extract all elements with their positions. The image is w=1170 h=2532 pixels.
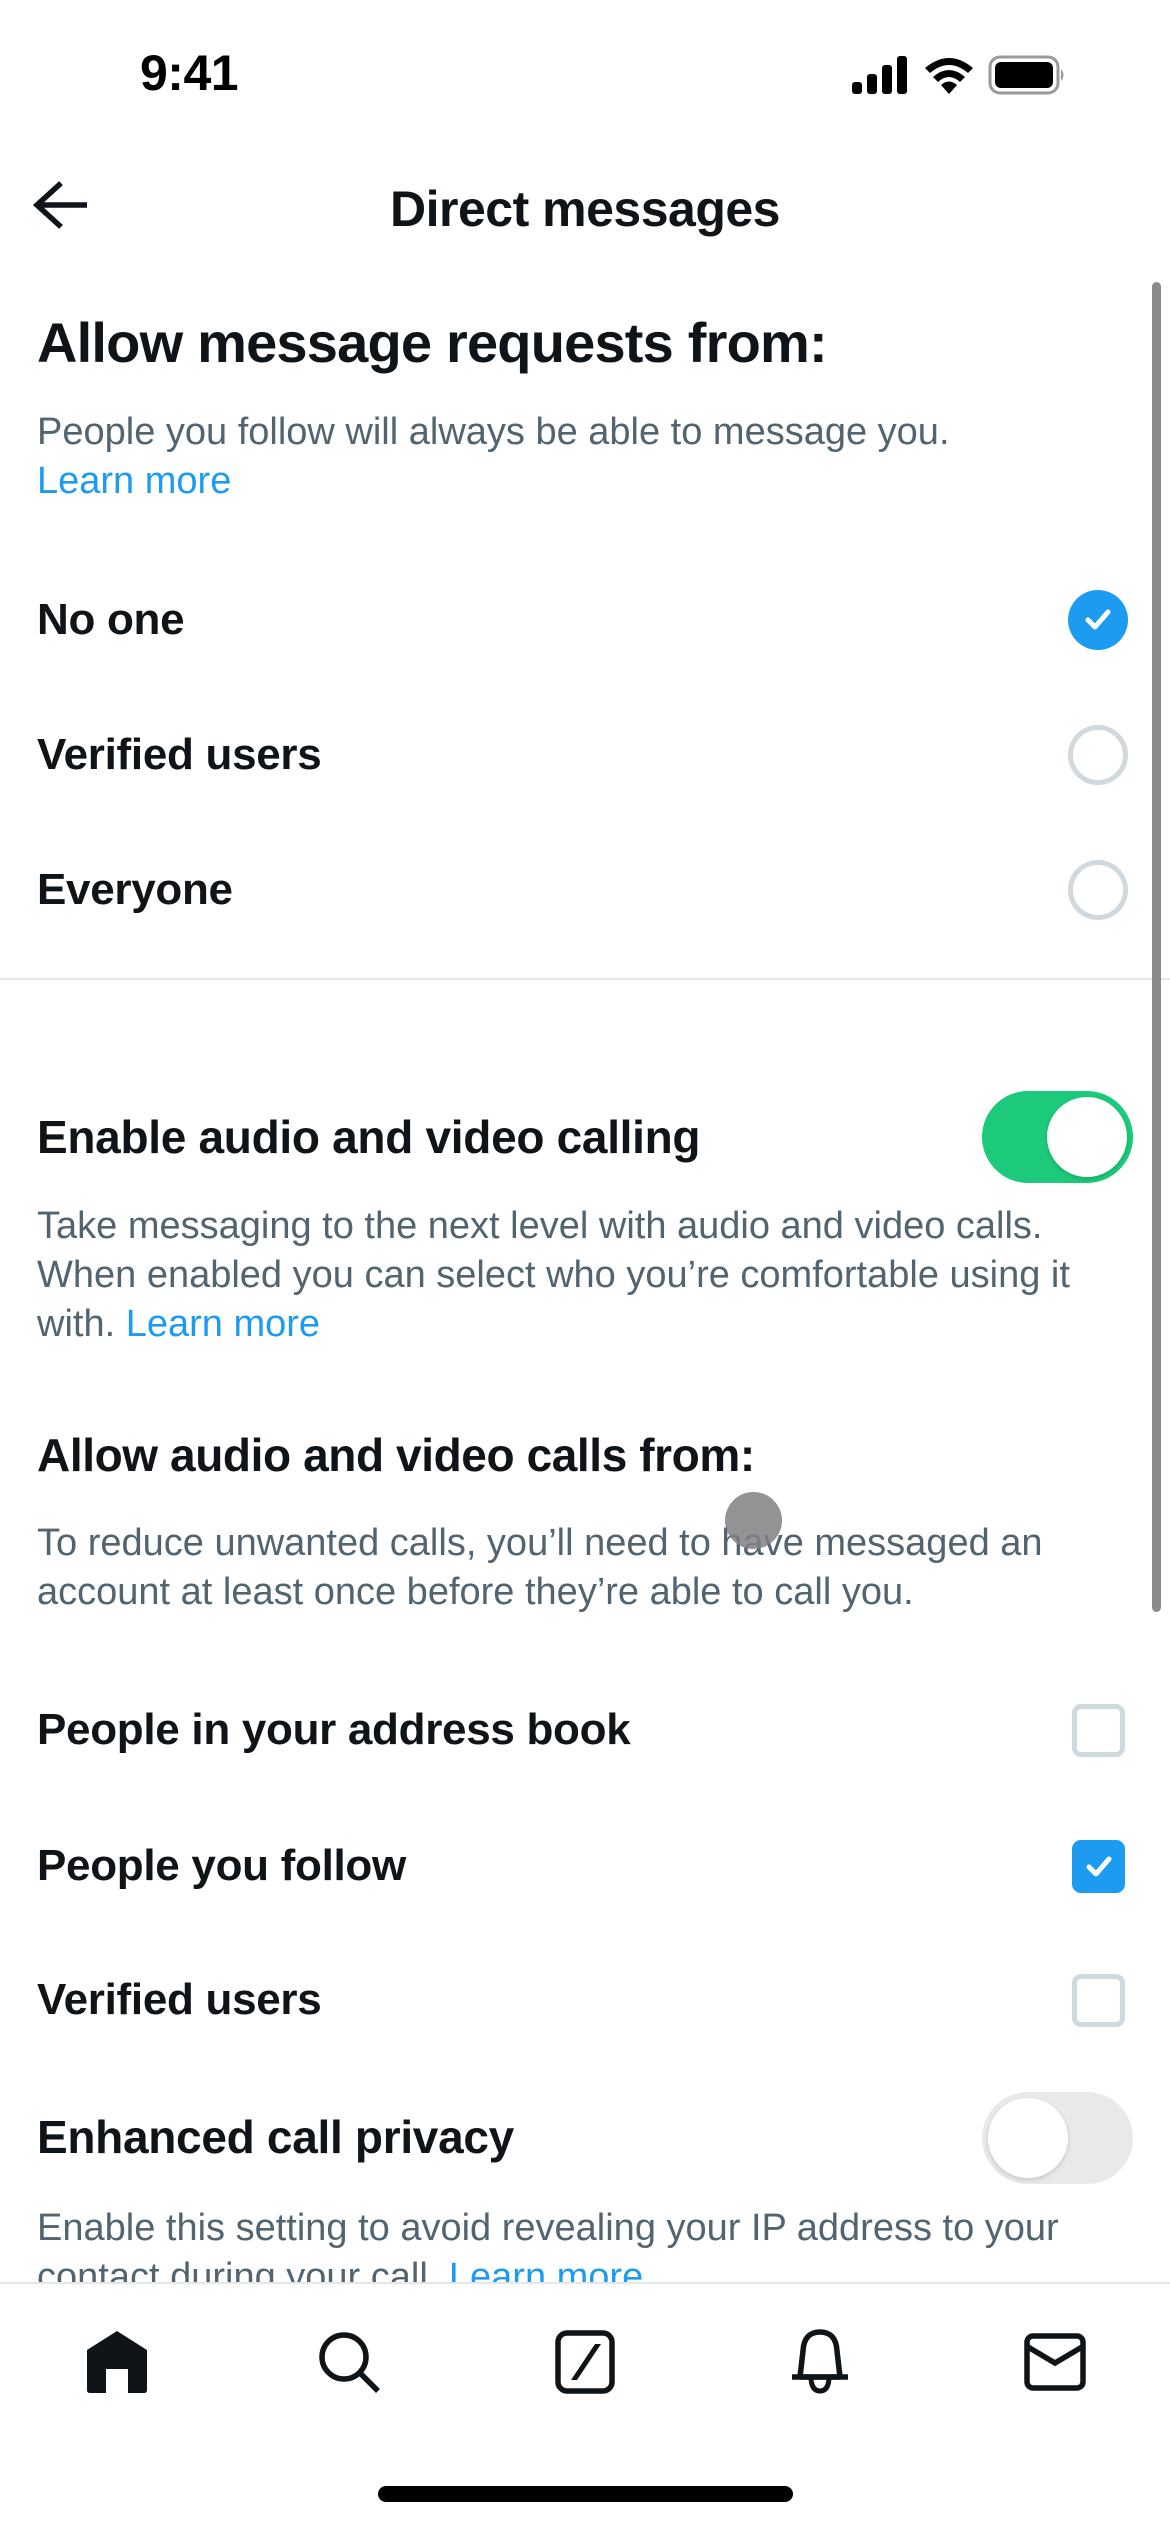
calls-from-description: To reduce unwanted calls, you’ll need to… — [37, 1522, 1043, 1613]
radio-unselected[interactable] — [1068, 860, 1128, 920]
radio-option-label: Everyone — [37, 865, 233, 914]
wifi-icon — [924, 56, 974, 99]
learn-more-link[interactable]: Learn more — [37, 460, 231, 502]
message-requests-heading: Allow message requests from: — [37, 311, 828, 374]
checkmark-icon — [1085, 609, 1111, 630]
touch-indicator — [725, 1492, 782, 1549]
checkbox-option-people-you-follow[interactable]: People you follow — [0, 1806, 1150, 1926]
tab-grok[interactable] — [535, 2314, 635, 2414]
checkbox-unchecked[interactable] — [1072, 1973, 1125, 2027]
battery-icon — [988, 55, 1068, 100]
mail-icon — [1024, 2332, 1086, 2396]
radio-option-everyone[interactable]: Everyone — [0, 830, 1150, 950]
cellular-signal-icon — [852, 55, 910, 99]
checkbox-option-verified-users[interactable]: Verified users — [0, 1940, 1150, 2060]
toggle-knob — [1047, 1097, 1127, 1177]
message-requests-description-text: People you follow will always be able to… — [37, 411, 950, 453]
checkbox-option-label: People you follow — [37, 1841, 406, 1890]
call-privacy-description: Enable this setting to avoid revealing y… — [37, 2204, 1137, 2282]
calling-toggle[interactable] — [982, 1091, 1133, 1183]
message-requests-description: People you follow will always be able to… — [37, 408, 1137, 506]
call-privacy-toggle[interactable] — [982, 2092, 1133, 2184]
learn-more-link[interactable]: Learn more — [449, 2256, 643, 2282]
calling-description: Take messaging to the next level with au… — [37, 1202, 1137, 1349]
section-divider — [0, 978, 1170, 980]
search-icon — [318, 2330, 382, 2399]
radio-option-label: Verified users — [37, 730, 322, 779]
status-icons — [852, 55, 1068, 100]
calling-toggle-row[interactable]: Enable audio and video calling — [0, 1077, 1150, 1197]
tab-home[interactable] — [67, 2314, 167, 2414]
scrollbar[interactable] — [1152, 282, 1161, 1612]
settings-content[interactable]: Allow message requests from: People you … — [0, 270, 1170, 2282]
checkbox-option-address-book[interactable]: People in your address book — [0, 1670, 1150, 1790]
tab-notifications[interactable] — [770, 2314, 870, 2414]
checkbox-option-label: People in your address book — [37, 1705, 631, 1754]
status-time: 9:41 — [140, 45, 239, 101]
checkmark-icon — [1086, 1856, 1112, 1876]
radio-unselected[interactable] — [1068, 725, 1128, 785]
radio-option-no-one[interactable]: No one — [0, 560, 1150, 680]
radio-option-verified-users[interactable]: Verified users — [0, 695, 1150, 815]
bell-icon — [790, 2328, 850, 2400]
tab-search[interactable] — [300, 2314, 400, 2414]
calling-toggle-label: Enable audio and video calling — [37, 1111, 701, 1163]
checkbox-checked[interactable] — [1072, 1839, 1125, 1893]
learn-more-link[interactable]: Learn more — [126, 1303, 320, 1345]
home-indicator — [378, 2486, 793, 2502]
tab-messages[interactable] — [1005, 2314, 1105, 2414]
radio-selected[interactable] — [1068, 590, 1128, 650]
call-privacy-toggle-label: Enhanced call privacy — [37, 2111, 514, 2163]
radio-option-label: No one — [37, 595, 185, 644]
home-icon — [86, 2330, 148, 2399]
call-privacy-toggle-row[interactable]: Enhanced call privacy — [0, 2077, 1150, 2197]
checkbox-option-label: Verified users — [37, 1975, 322, 2024]
checkbox-unchecked[interactable] — [1072, 1703, 1125, 1757]
page-title: Direct messages — [390, 181, 780, 237]
grok-icon — [555, 2329, 615, 2399]
calls-from-heading: Allow audio and video calls from: — [37, 1429, 755, 1481]
toggle-knob — [988, 2098, 1068, 2178]
